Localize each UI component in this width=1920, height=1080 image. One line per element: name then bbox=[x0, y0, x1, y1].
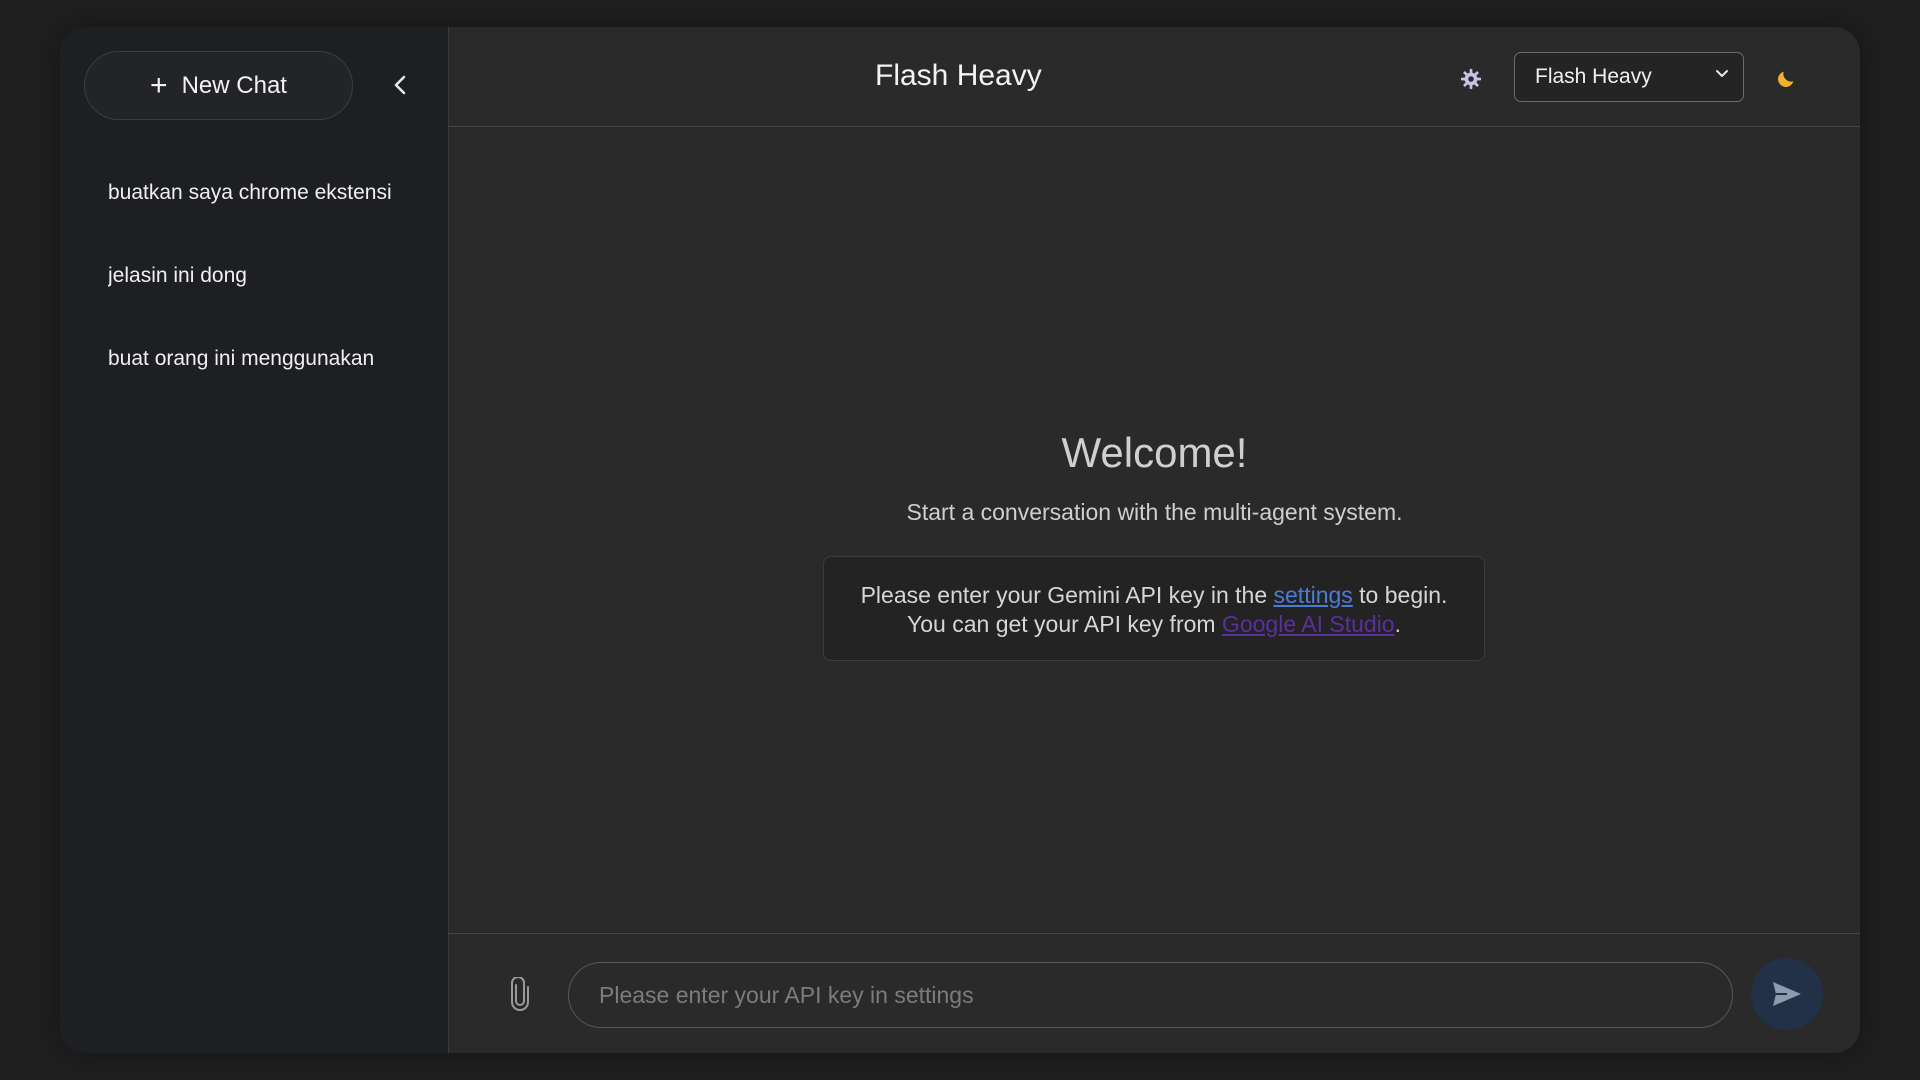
welcome-heading: Welcome! bbox=[1061, 429, 1248, 476]
welcome-subtitle: Start a conversation with the multi-agen… bbox=[906, 499, 1403, 525]
chat-history-item[interactable]: buat orang ini menggunakan bbox=[84, 317, 430, 400]
notice-text: You can get your API key from bbox=[907, 611, 1222, 637]
theme-toggle-button[interactable] bbox=[1771, 64, 1801, 94]
send-icon bbox=[1773, 982, 1801, 1006]
page-title: Flash Heavy bbox=[875, 59, 1042, 92]
gear-icon bbox=[1460, 68, 1482, 90]
settings-link[interactable]: settings bbox=[1274, 582, 1353, 608]
composer bbox=[449, 933, 1860, 1053]
notice-line-2: You can get your API key from Google AI … bbox=[824, 610, 1484, 639]
chat-history-list: buatkan saya chrome ekstensi jelasin ini… bbox=[84, 151, 430, 400]
chevron-left-icon bbox=[394, 75, 406, 95]
attach-button[interactable] bbox=[505, 974, 535, 1014]
send-button[interactable] bbox=[1751, 958, 1823, 1030]
message-input[interactable] bbox=[568, 962, 1733, 1028]
welcome-section: Welcome! Start a conversation with the m… bbox=[449, 429, 1860, 526]
chat-history-title: buatkan saya chrome ekstensi bbox=[108, 180, 392, 204]
app-window: + New Chat buatkan saya chrome ekstensi … bbox=[60, 27, 1860, 1053]
plus-icon: + bbox=[150, 68, 168, 102]
notice-text: Please enter your Gemini API key in the bbox=[860, 582, 1274, 608]
google-ai-studio-link[interactable]: Google AI Studio bbox=[1222, 611, 1395, 637]
paperclip-icon bbox=[511, 977, 529, 1011]
new-chat-button[interactable]: + New Chat bbox=[84, 51, 353, 120]
sidebar: + New Chat buatkan saya chrome ekstensi … bbox=[60, 27, 449, 1053]
new-chat-label: New Chat bbox=[181, 71, 287, 99]
notice-text: to begin. bbox=[1352, 582, 1448, 608]
settings-button[interactable] bbox=[1456, 64, 1486, 94]
chat-history-item[interactable]: buatkan saya chrome ekstensi bbox=[84, 151, 430, 234]
moon-icon bbox=[1778, 71, 1794, 87]
chevron-down-icon bbox=[1716, 70, 1728, 77]
chat-main: Flash Heavy Flash Heavy Welcome! Start a… bbox=[449, 27, 1860, 1053]
api-key-notice: Please enter your Gemini API key in the … bbox=[823, 556, 1485, 661]
collapse-sidebar-button[interactable] bbox=[380, 65, 420, 105]
model-select[interactable]: Flash Heavy bbox=[1514, 52, 1744, 102]
chat-header: Flash Heavy Flash Heavy bbox=[449, 27, 1860, 127]
notice-line-1: Please enter your Gemini API key in the … bbox=[824, 581, 1484, 610]
chat-history-title: jelasin ini dong bbox=[108, 263, 247, 287]
notice-text: . bbox=[1394, 611, 1401, 637]
chat-history-title: buat orang ini menggunakan bbox=[108, 346, 375, 370]
chat-history-item[interactable]: jelasin ini dong bbox=[84, 234, 430, 317]
model-select-value: Flash Heavy bbox=[1535, 65, 1652, 88]
